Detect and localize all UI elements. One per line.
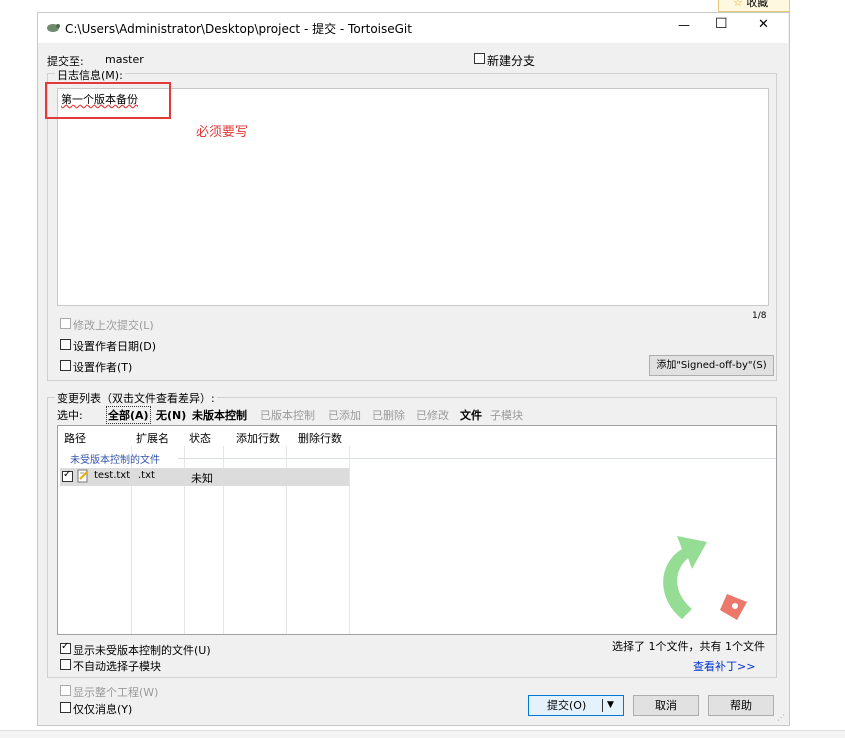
bookmark-tag[interactable]: ☆ 收藏 (718, 0, 790, 12)
log-message-label: 日志信息(M): (55, 67, 125, 83)
resize-grip-icon[interactable]: ⋰ (777, 713, 785, 722)
close-button[interactable]: ✕ (758, 17, 769, 32)
column-header-lines-deleted[interactable]: 删除行数 (298, 430, 342, 446)
tortoisegit-watermark-logo (652, 524, 762, 624)
filter-versioned[interactable]: 已版本控制 (260, 407, 315, 423)
set-author-label: 设置作者(T) (73, 361, 133, 374)
file-list[interactable]: 路径 扩展名 状态 添加行数 删除行数 未受版本控制的文件 test.txt .… (57, 425, 777, 635)
help-button[interactable]: 帮助 (708, 695, 774, 716)
file-status: 未知 (191, 472, 213, 485)
tortoisegit-app-icon (46, 20, 60, 34)
column-header-extension[interactable]: 扩展名 (136, 430, 169, 446)
set-author-date-checkbox[interactable] (60, 339, 71, 350)
signed-off-by-button[interactable]: 添加"Signed-off-by"(S) (649, 355, 774, 376)
message-line-counter: 1/8 (752, 311, 767, 321)
show-whole-project-checkbox[interactable] (60, 685, 71, 696)
message-only-checkbox[interactable] (60, 702, 71, 713)
filter-deleted[interactable]: 已删除 (372, 407, 405, 423)
bookmark-label: 收藏 (746, 0, 769, 9)
show-unversioned-label: 显示未受版本控制的文件(U) (73, 644, 211, 657)
set-author-date-label: 设置作者日期(D) (73, 340, 157, 353)
column-header-lines-added[interactable]: 添加行数 (236, 430, 280, 446)
filter-files[interactable]: 文件 (460, 407, 482, 423)
minimize-button[interactable]: — (678, 18, 690, 32)
view-patch-link[interactable]: 查看补丁>> (693, 658, 755, 674)
message-only-label: 仅仅消息(Y) (73, 703, 133, 716)
row-checkbox[interactable] (62, 469, 73, 482)
annotation-text: 必须要写 (196, 125, 249, 140)
no-auto-submodule-label: 不自动选择子模块 (73, 660, 161, 673)
dropdown-arrow-icon[interactable]: ▼ (607, 696, 614, 715)
show-unversioned-checkbox[interactable] (60, 641, 71, 654)
branch-name: master (105, 53, 144, 66)
table-row[interactable]: test.txt .txt 未知 (60, 468, 349, 486)
filter-none[interactable]: 无(N) (156, 407, 186, 423)
no-auto-submodule-checkbox[interactable] (60, 659, 71, 670)
amend-label: 修改上次提交(L) (73, 319, 154, 332)
selection-summary: 选择了 1个文件，共有 1个文件 (612, 640, 765, 653)
filter-submodules[interactable]: 子模块 (490, 407, 523, 423)
new-branch-label: 新建分支 (487, 54, 536, 68)
title-bar: C:\Users\Administrator\Desktop\project -… (38, 13, 788, 43)
filter-all[interactable]: 全部(A) (106, 406, 151, 424)
changes-label: 变更列表（双击文件查看差异）: (55, 390, 217, 406)
filter-modified[interactable]: 已修改 (416, 407, 449, 423)
amend-checkbox[interactable] (60, 318, 71, 329)
group-header-unversioned: 未受版本控制的文件 (70, 455, 160, 466)
commit-button[interactable]: 提交(O) ▼ (528, 695, 624, 716)
star-icon: ☆ (733, 0, 743, 9)
select-label: 选中: (57, 409, 83, 422)
filter-unversioned[interactable]: 未版本控制 (192, 407, 247, 423)
window-title: C:\Users\Administrator\Desktop\project -… (65, 22, 412, 36)
file-extension: .txt (138, 470, 155, 481)
log-message-editor[interactable]: 第一个版本备份 (57, 88, 769, 306)
set-author-checkbox[interactable] (60, 360, 71, 371)
new-branch-checkbox[interactable] (474, 53, 485, 64)
commit-button-label: 提交(O) (547, 699, 587, 712)
maximize-button[interactable]: ☐ (715, 16, 728, 32)
file-path: test.txt (94, 470, 131, 481)
show-whole-project-label: 显示整个工程(W) (73, 686, 159, 699)
column-header-path[interactable]: 路径 (64, 430, 86, 446)
filter-added[interactable]: 已添加 (328, 407, 361, 423)
text-file-icon (77, 469, 89, 483)
cancel-button[interactable]: 取消 (633, 695, 699, 716)
column-header-status[interactable]: 状态 (189, 430, 211, 446)
annotation-highlight-box (45, 82, 171, 119)
